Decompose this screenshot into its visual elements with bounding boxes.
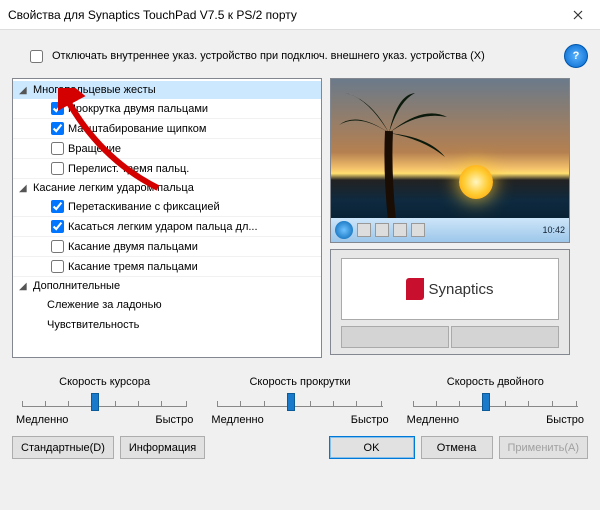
- apply-button[interactable]: Применить(A): [499, 436, 589, 459]
- touchpad-right-button: [451, 326, 559, 348]
- ok-button[interactable]: OK: [329, 436, 415, 459]
- taskbar-icon: [393, 223, 407, 237]
- slider-thumb[interactable]: [287, 393, 295, 411]
- collapse-icon[interactable]: ◢: [19, 183, 33, 194]
- synaptics-logo-icon: [406, 278, 424, 300]
- main-row: ◢ Многопальцевые жесты Прокрутка двумя п…: [12, 78, 588, 358]
- tree-group-header[interactable]: ◢ Касание легким ударом пальца: [13, 179, 321, 197]
- tree-group-header[interactable]: ◢ Дополнительные: [13, 277, 321, 295]
- preview-taskbar: 10:42: [331, 218, 569, 242]
- titlebar: Свойства для Synaptics TouchPad V7.5 к P…: [0, 0, 600, 30]
- tree-item-palm-tracking[interactable]: Слежение за ладонью: [13, 295, 321, 315]
- touchpad-graphic: Synaptics: [330, 249, 570, 355]
- tree-group-label: Дополнительные: [33, 280, 120, 292]
- defaults-button[interactable]: Стандартные(D): [12, 436, 114, 459]
- slider-doubleclick-speed: Скорость двойного МедленноБыстро: [407, 376, 584, 426]
- slider-track[interactable]: [22, 390, 187, 414]
- disable-internal-checkbox[interactable]: Отключать внутреннее указ. устройство пр…: [26, 47, 485, 66]
- window-title: Свойства для Synaptics TouchPad V7.5 к P…: [8, 8, 555, 22]
- help-button[interactable]: ?: [564, 44, 588, 68]
- slider-title: Скорость двойного: [407, 376, 584, 388]
- tree-item-rotation[interactable]: Вращение: [13, 139, 321, 159]
- preview-image: 10:42: [330, 78, 570, 243]
- disable-internal-checkbox-input[interactable]: [30, 50, 43, 63]
- tree-item-pinch-zoom[interactable]: Масштабирование щипком: [13, 119, 321, 139]
- slider-title: Скорость прокрутки: [211, 376, 388, 388]
- slider-scroll-speed: Скорость прокрутки МедленноБыстро: [211, 376, 388, 426]
- disable-internal-label: Отключать внутреннее указ. устройство пр…: [52, 50, 485, 62]
- slider-title: Скорость курсора: [16, 376, 193, 388]
- tree-group-label: Касание легким ударом пальца: [33, 182, 194, 194]
- sun-graphic: [459, 165, 493, 199]
- collapse-icon[interactable]: ◢: [19, 85, 33, 96]
- slider-thumb[interactable]: [91, 393, 99, 411]
- tree-group-additional: ◢ Дополнительные Слежение за ладонью Чув…: [13, 277, 321, 335]
- tree-group-multitouch: ◢ Многопальцевые жесты Прокрутка двумя п…: [13, 81, 321, 179]
- tree-item-tap-to-click[interactable]: Касаться легким ударом пальца дл...: [13, 217, 321, 237]
- touchpad-surface: Synaptics: [341, 258, 559, 320]
- tree-item-three-finger-tap[interactable]: Касание тремя пальцами: [13, 257, 321, 277]
- top-option-row: Отключать внутреннее указ. устройство пр…: [26, 44, 588, 68]
- tree-group-tapping: ◢ Касание легким ударом пальца Перетаски…: [13, 179, 321, 277]
- help-icon: ?: [573, 50, 580, 62]
- slider-cursor-speed: Скорость курсора МедленноБыстро: [16, 376, 193, 426]
- dialog-buttons: Стандартные(D) Информация OK Отмена Прим…: [12, 436, 588, 459]
- close-button[interactable]: [555, 0, 600, 30]
- collapse-icon[interactable]: ◢: [19, 281, 33, 292]
- touchpad-left-button: [341, 326, 449, 348]
- cancel-button[interactable]: Отмена: [421, 436, 493, 459]
- palm-tree-graphic: [337, 91, 457, 221]
- tree-item-sensitivity[interactable]: Чувствительность: [13, 315, 321, 335]
- touchpad-buttons: [341, 326, 559, 348]
- taskbar-icon: [357, 223, 371, 237]
- close-icon: [573, 10, 583, 20]
- info-button[interactable]: Информация: [120, 436, 205, 459]
- tree-item-two-finger-scroll[interactable]: Прокрутка двумя пальцами: [13, 99, 321, 119]
- tree-group-header[interactable]: ◢ Многопальцевые жесты: [13, 81, 321, 99]
- tree-item-two-finger-tap[interactable]: Касание двумя пальцами: [13, 237, 321, 257]
- taskbar-icon: [411, 223, 425, 237]
- sliders-row: Скорость курсора МедленноБыстро Скорость…: [12, 376, 588, 426]
- start-orb-icon: [335, 221, 353, 239]
- slider-track[interactable]: [413, 390, 578, 414]
- tree-item-drag-lock[interactable]: Перетаскивание с фиксацией: [13, 197, 321, 217]
- tree-group-label: Многопальцевые жесты: [33, 84, 156, 96]
- preview-clock: 10:42: [542, 225, 565, 235]
- preview-panel: 10:42 Synaptics: [330, 78, 570, 358]
- slider-track[interactable]: [217, 390, 382, 414]
- tree-item-three-finger-flick[interactable]: Перелист. тремя пальц.: [13, 159, 321, 179]
- settings-tree[interactable]: ◢ Многопальцевые жесты Прокрутка двумя п…: [12, 78, 322, 358]
- slider-thumb[interactable]: [482, 393, 490, 411]
- taskbar-icon: [375, 223, 389, 237]
- content-area: Отключать внутреннее указ. устройство пр…: [0, 30, 600, 467]
- synaptics-logo-text: Synaptics: [428, 281, 493, 298]
